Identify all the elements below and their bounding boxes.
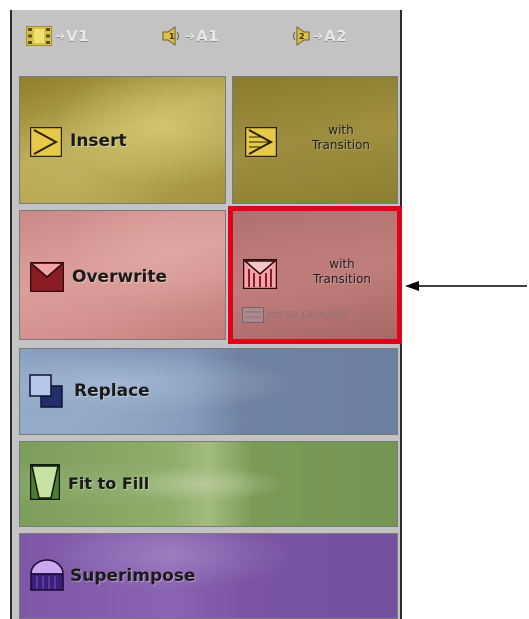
track-label: A1: [196, 27, 220, 45]
insert-with-transition-button[interactable]: with Transition: [232, 76, 398, 204]
track-target-a1[interactable]: 1 ➔ A1: [162, 24, 219, 48]
overwrite-label: Overwrite: [72, 267, 168, 287]
overwrite-button[interactable]: Overwrite: [19, 210, 226, 340]
arrow-right-icon: ➔: [55, 29, 66, 43]
insert-icon: [30, 127, 62, 157]
clip-thumbnail-icon: [242, 307, 264, 323]
overwrite-transition-icon: [243, 259, 277, 289]
track-label: V1: [66, 27, 90, 45]
replace-label: Replace: [74, 381, 150, 401]
replace-button[interactable]: Replace: [19, 348, 398, 435]
insert-button[interactable]: Insert: [19, 76, 226, 204]
audio-track-1-icon: 1: [162, 26, 179, 46]
transition-label: Transition: [312, 272, 372, 286]
track-label: A2: [324, 27, 348, 45]
with-label: with: [328, 123, 354, 137]
insert-label: Insert: [70, 131, 127, 151]
with-label: with: [329, 257, 355, 271]
track-targets-bar: ➔ V1 1 ➔ A1 2 ➔ A2: [12, 10, 400, 66]
fit-to-fill-icon: [30, 464, 60, 500]
replace-icon: [29, 374, 63, 408]
superimpose-label: Superimpose: [70, 566, 196, 586]
edit-overlay-panel: ➔ V1 1 ➔ A1 2 ➔ A2 Insert with Transitio…: [10, 10, 402, 619]
fit-to-fill-label: Fit to Fill: [68, 474, 150, 493]
audio-track-2-icon: 2: [293, 26, 310, 46]
svg-text:2: 2: [299, 32, 305, 41]
insert-transition-text: with Transition: [291, 123, 391, 153]
arrow-right-icon: ➔: [313, 29, 324, 43]
overwrite-transition-text: with Transition: [287, 257, 397, 287]
insert-transition-icon: [245, 127, 277, 157]
overwrite-with-transition-button[interactable]: with Transition Jesse Jackson: [228, 206, 402, 344]
track-target-a2[interactable]: 2 ➔ A2: [290, 24, 347, 48]
video-track-icon: [26, 26, 52, 46]
callout-arrow-icon: [405, 281, 527, 291]
svg-text:1: 1: [169, 32, 175, 41]
track-target-v1[interactable]: ➔ V1: [26, 24, 89, 48]
fit-to-fill-button[interactable]: Fit to Fill: [19, 441, 398, 527]
superimpose-icon: [30, 559, 64, 591]
arrow-right-icon: ➔: [185, 29, 196, 43]
overwrite-icon: [30, 262, 64, 292]
clip-name: Jesse Jackson: [267, 307, 348, 321]
transition-label: Transition: [311, 138, 371, 152]
superimpose-button[interactable]: Superimpose: [19, 533, 398, 619]
